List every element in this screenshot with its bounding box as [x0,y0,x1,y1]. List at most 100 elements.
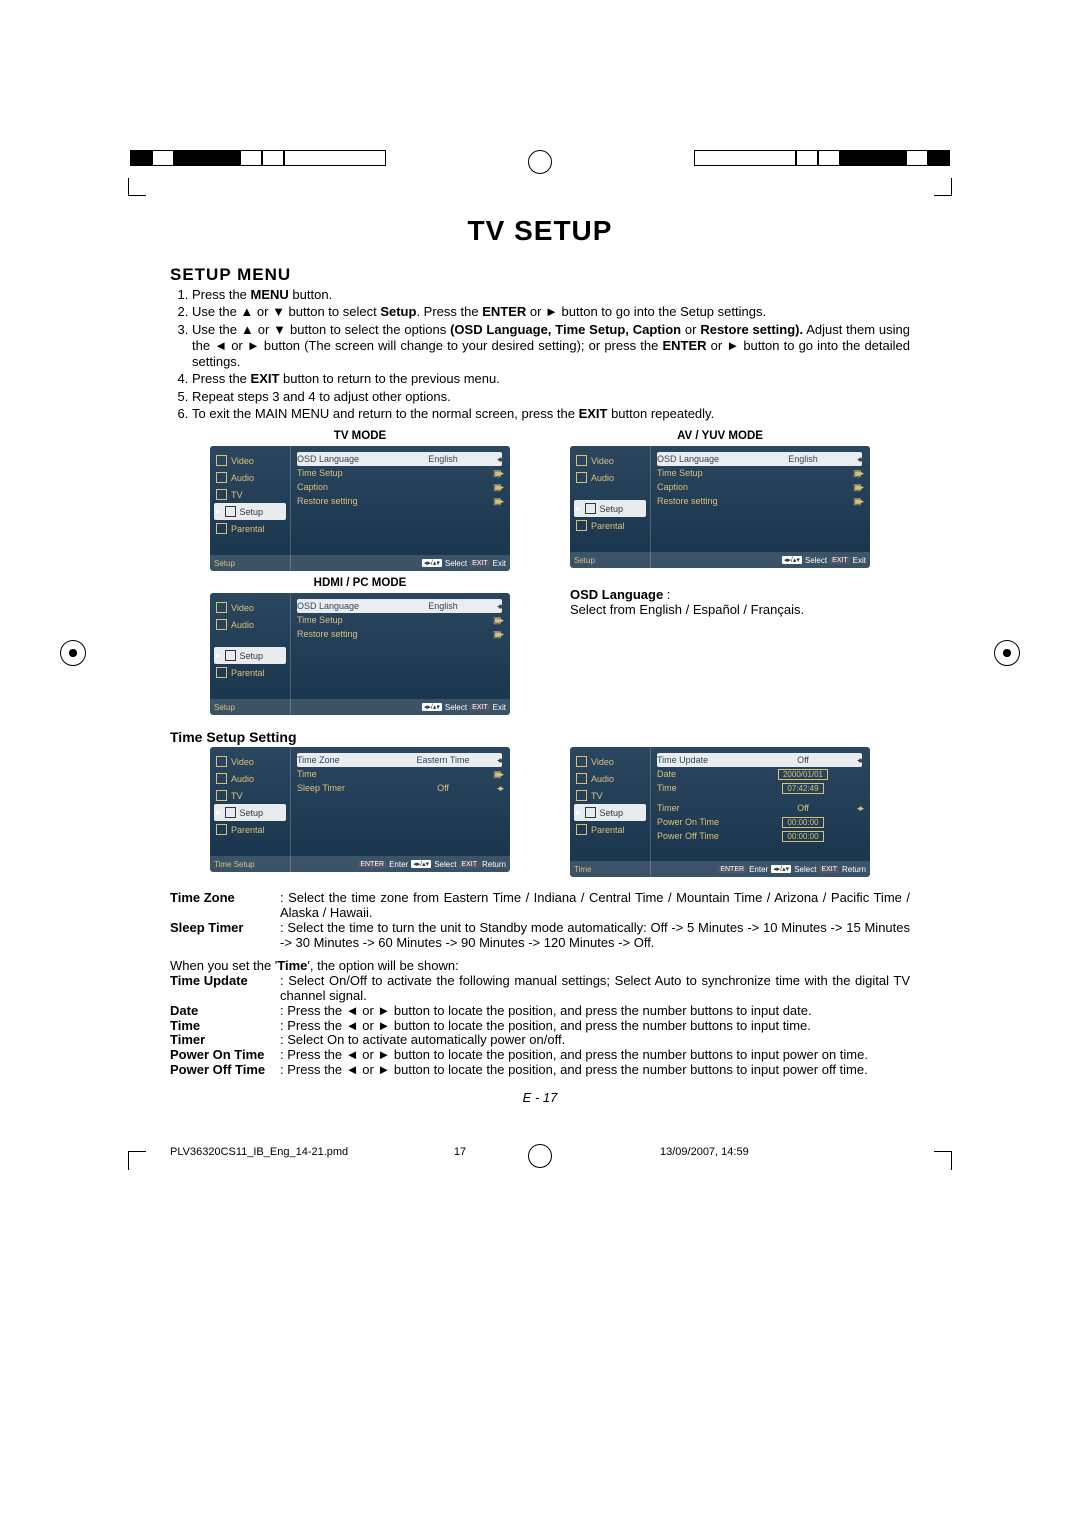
sidebar-item-parental: Parental [214,664,286,681]
sidebar-item-parental: Parental [214,520,286,537]
when-time-note: When you set the 'Time', the option will… [170,959,910,974]
sidebar-label: Video [231,603,254,613]
opt-label: Time Setup [297,615,408,625]
opt-value: English [408,601,478,611]
footer-hint: ◂▸/▴▾SelectEXITExit [422,703,506,712]
osd-language-heading: OSD Language : [570,587,870,602]
def-text: : Press the ◄ or ► button to locate the … [280,1048,910,1063]
hint-pill: EXIT [819,866,839,873]
sidebar-item-setup: ▸Setup [214,804,286,821]
text: button. [289,287,332,302]
section-heading: SETUP MENU [170,265,910,285]
opt-label: Time [657,783,768,793]
def-timer: Timer: Select On to activate automatical… [170,1033,910,1048]
opt-label: Timer [657,803,768,813]
sidebar-label: Video [231,757,254,767]
osd-row-time: Time▣▸ [297,767,502,781]
def-term: Time Update [170,974,280,1004]
sidebar-item-audio: Audio [574,469,646,486]
text-bold: Setup [380,304,416,319]
osd-panel-hdmi: Video Audio ▸Setup Parental OSD Language… [210,593,510,715]
def-time: Time: Press the ◄ or ► button to locate … [170,1019,910,1034]
sidebar-label: Setup [240,651,264,661]
crop-tick [951,178,952,196]
def-term: Power On Time [170,1048,280,1063]
hint-text: Exit [493,559,506,568]
setup-icon [225,506,236,517]
def-term: Time Zone [170,891,280,921]
def-term: Date [170,1004,280,1019]
def-term: Power Off Time [170,1063,280,1078]
chevron-right-icon: ▸ [216,650,221,661]
setup-icon [585,807,596,818]
opt-label: OSD Language [657,454,768,464]
hint-text: Select [445,703,467,712]
crop-tick [934,195,952,196]
tv-icon [576,790,587,801]
text-bold: ENTER [482,304,526,319]
sidebar-label: Parental [591,825,625,835]
def-term: Timer [170,1033,280,1048]
video-icon [216,602,227,613]
sidebar-item-audio: Audio [214,770,286,787]
footer-label: Setup [214,703,422,712]
sidebar-label: Audio [591,774,614,784]
sidebar-item-tv: TV [574,787,646,804]
sidebar-label: Setup [600,504,624,514]
setup-icon [225,650,236,661]
osd-row-time-setup: Time Setup▣▸ [297,613,502,627]
text-bold: OSD Language [570,587,663,602]
def-text: : Press the ◄ or ► button to locate the … [280,1004,910,1019]
parental-icon [216,667,227,678]
reg-target-top [528,150,552,174]
text: Use the ▲ or ▼ button to select the opti… [192,322,450,337]
osd-row-caption: Caption▣▸ [297,480,502,494]
def-term: Time [170,1019,280,1034]
sidebar-item-video: Video [214,599,286,616]
sidebar-label: Audio [591,473,614,483]
enter-arrow-icon: ▣▸ [478,482,502,493]
def-text: : Press the ◄ or ► button to locate the … [280,1063,910,1078]
tv-icon [216,790,227,801]
opt-label: Time Setup [297,468,408,478]
opt-label: OSD Language [297,454,408,464]
mode-label-tv: TV MODE [210,430,510,442]
osd-row-time-update: Time UpdateOff◂▸ [657,753,862,767]
sidebar-label: Video [591,456,614,466]
opt-label: Restore setting [297,496,408,506]
sidebar-item-tv: TV [214,787,286,804]
crop-tick [934,1151,952,1152]
lr-arrow-icon: ◂▸ [478,783,502,794]
text: When you set the ' [170,958,277,973]
footer-label: Setup [574,556,782,565]
step-6: To exit the MAIN MENU and return to the … [192,406,910,422]
lr-arrow-icon: ◂▸ [838,803,862,814]
hint-text: Return [482,860,506,869]
chevron-right-icon: ▸ [216,506,221,517]
enter-arrow-icon: ▣▸ [838,496,862,507]
footer-label: Time [574,865,718,874]
hint-text: Return [842,865,866,874]
chevron-right-icon: ▸ [216,807,221,818]
osd-row-osd-language: OSD LanguageEnglish◂▸ [657,452,862,466]
opt-label: Date [657,769,768,779]
osd-row-power-on: Power On Time00:00:00 [657,815,862,829]
osd-row-time: Time07:42:49 [657,781,862,795]
video-icon [216,756,227,767]
opt-label: Time [297,769,408,779]
footer-hint: ENTEREnter◂▸/▴▾SelectEXITReturn [358,860,506,869]
osd-row-restore: Restore setting▣▸ [297,494,502,508]
parental-icon [216,523,227,534]
footer-meta: PLV36320CS11_IB_Eng_14-21.pmd 17 13/09/2… [170,1146,910,1158]
parental-icon [576,520,587,531]
page-number: E - 17 [170,1090,910,1105]
osd-row-restore: Restore setting▣▸ [297,627,502,641]
audio-icon [216,619,227,630]
hint-pill: EXIT [830,557,850,564]
text: or ► button to go into the Setup setting… [526,304,766,319]
opt-value: Off [408,783,478,793]
reg-target-left [60,640,86,666]
def-text: : Select the time zone from Eastern Time… [280,891,910,921]
def-sleep-timer: Sleep Timer: Select the time to turn the… [170,921,910,951]
time-setup-heading: Time Setup Setting [170,729,910,745]
